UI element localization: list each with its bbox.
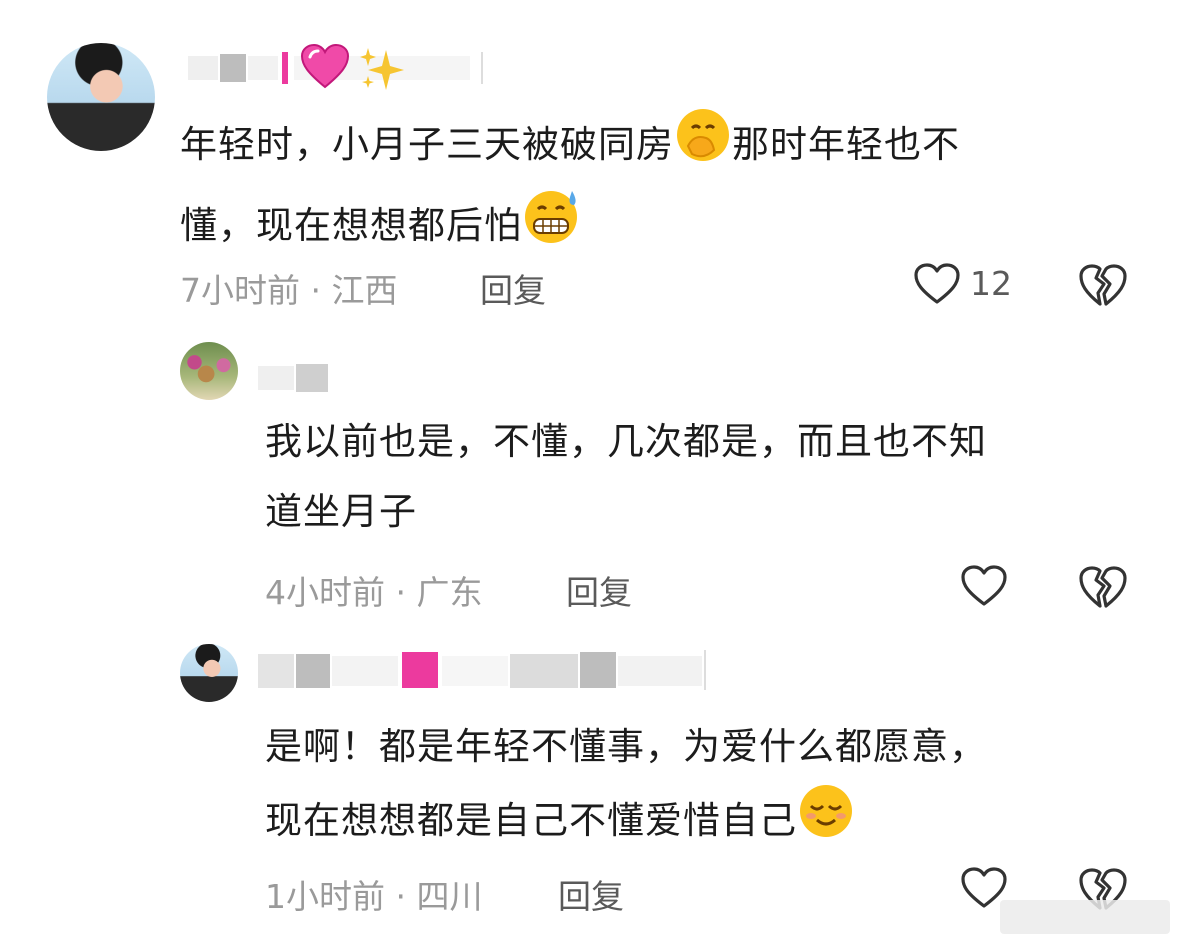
reply-button[interactable]: 回复 xyxy=(558,870,624,918)
avatar[interactable] xyxy=(180,644,238,702)
comment-text: 是啊！都是年轻不懂事，为爱什么都愿意， 现在想想都是自己不懂爱惜自己 xyxy=(265,712,1145,863)
comment-time-location: 1小时前 · 四川 xyxy=(265,877,483,916)
comment-time-location: 7小时前 · 江西 xyxy=(180,271,398,310)
comment-text: 年轻时，小月子三天被破同房 那时年轻也不 懂，现在想想都后怕 xyxy=(180,106,1140,268)
comment-time-location: 4小时前 · 广东 xyxy=(265,573,483,612)
username-blurred[interactable] xyxy=(258,364,338,392)
dislike-broken-heart-icon[interactable] xyxy=(1078,262,1128,312)
sparkles-icon xyxy=(358,46,406,96)
relieved-face-emoji-icon xyxy=(797,782,855,863)
reply-button[interactable]: 回复 xyxy=(480,264,546,312)
sparkling-heart-icon xyxy=(300,43,350,95)
like-heart-icon[interactable] xyxy=(913,262,961,310)
username-blurred[interactable] xyxy=(258,648,708,696)
dislike-broken-heart-icon[interactable] xyxy=(1078,564,1128,614)
like-heart-icon[interactable] xyxy=(960,564,1008,612)
like-count: 12 xyxy=(970,264,1012,303)
watermark xyxy=(1000,900,1170,934)
hand-over-mouth-emoji-icon xyxy=(674,106,732,187)
avatar[interactable] xyxy=(47,43,155,151)
avatar[interactable] xyxy=(180,342,238,400)
comment-text: 我以前也是，不懂，几次都是，而且也不知 道坐月子 xyxy=(265,420,987,533)
grimace-sweat-emoji-icon xyxy=(522,187,582,268)
reply-button[interactable]: 回复 xyxy=(566,566,632,614)
